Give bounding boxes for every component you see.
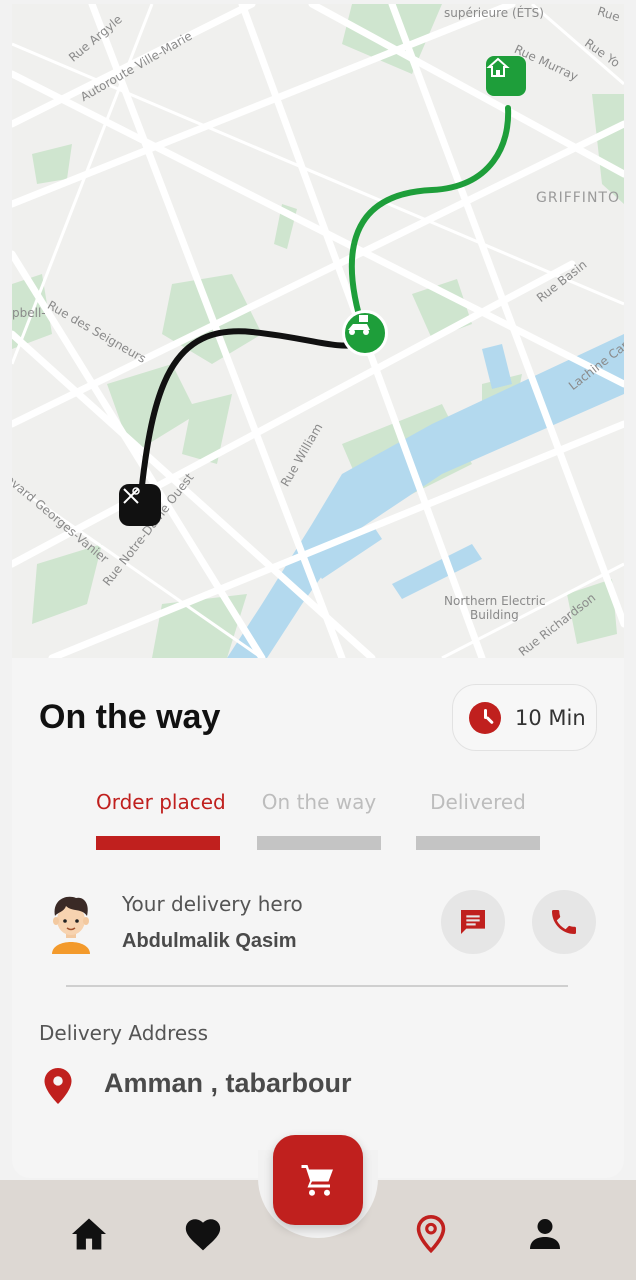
delivery-hero-name: Abdulmalik Qasim	[122, 930, 297, 952]
heart-icon	[185, 1219, 221, 1251]
step-label: Order placed	[96, 790, 226, 814]
map-label: Northern Electric	[444, 594, 546, 608]
restaurant-marker[interactable]	[119, 484, 161, 526]
map-label: supérieure (ÉTS)	[444, 6, 544, 20]
nav-profile[interactable]	[523, 1212, 567, 1256]
destination-marker[interactable]	[486, 56, 526, 96]
map-label: GRIFFINTO	[536, 190, 620, 206]
order-status-sheet: On the way 10 Min Order placed On the wa…	[12, 658, 624, 1178]
order-progress-steps: Order placed On the way Delivered	[96, 790, 556, 850]
restaurant-icon	[123, 487, 140, 504]
step-order-placed: Order placed	[96, 790, 226, 850]
step-bar	[96, 836, 220, 850]
home-icon	[72, 1218, 106, 1250]
step-label: On the way	[261, 790, 377, 814]
screen: supérieure (ÉTS) Rue Rue Argyle Autorout…	[0, 0, 636, 1280]
step-on-the-way: On the way	[257, 790, 381, 850]
nav-home[interactable]	[67, 1212, 111, 1256]
map-view[interactable]: supérieure (ÉTS) Rue Rue Argyle Autorout…	[12, 4, 624, 658]
eta-chip: 10 Min	[452, 684, 597, 751]
nav-location[interactable]	[409, 1212, 453, 1256]
chat-icon	[461, 910, 485, 934]
map-label: Building	[470, 608, 519, 622]
delivery-hero-caption: Your delivery hero	[122, 892, 303, 916]
scooter-icon	[348, 315, 370, 335]
step-delivered: Delivered	[416, 790, 540, 850]
delivery-hero-avatar	[52, 896, 90, 954]
courier-marker[interactable]	[342, 310, 388, 356]
chat-button[interactable]	[441, 890, 505, 954]
delivery-address-label: Delivery Address	[39, 1021, 209, 1045]
step-bar	[257, 836, 381, 850]
step-bar	[416, 836, 540, 850]
eta-value: 10 Min	[515, 705, 586, 730]
map-label: pbell-	[12, 306, 46, 320]
divider	[66, 985, 568, 987]
clock-icon	[469, 701, 501, 734]
order-status-title: On the way	[39, 698, 221, 736]
call-button[interactable]	[532, 890, 596, 954]
cart-icon	[301, 1165, 333, 1196]
location-pin-icon	[416, 1215, 446, 1253]
cart-button[interactable]	[273, 1135, 363, 1225]
nav-favorites[interactable]	[181, 1212, 225, 1256]
delivery-address-value: Amman , tabarbour	[104, 1068, 352, 1098]
step-label: Delivered	[430, 790, 526, 814]
home-icon	[486, 57, 510, 77]
person-icon	[530, 1219, 560, 1249]
phone-icon	[552, 910, 576, 934]
location-pin-icon	[44, 1068, 72, 1104]
